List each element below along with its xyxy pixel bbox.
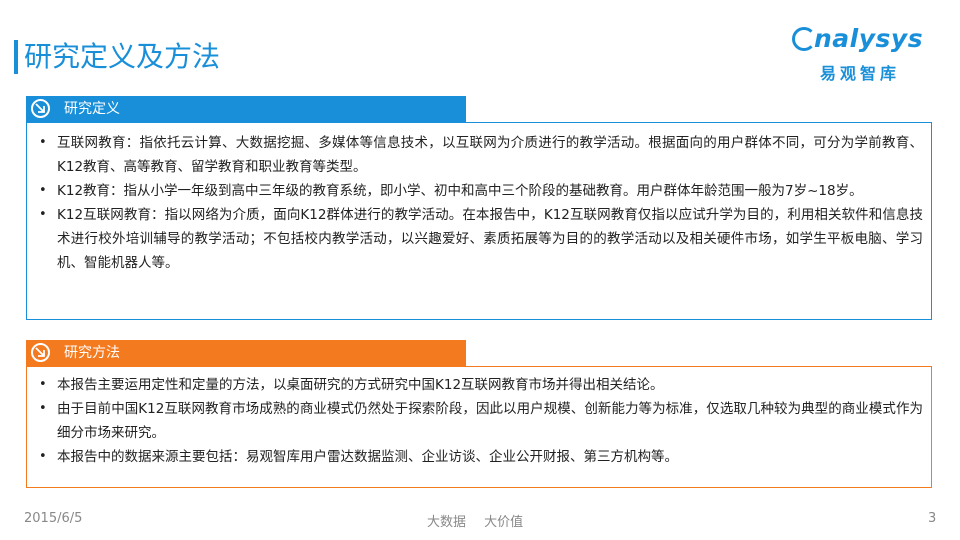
list-item: • 本报告主要运用定性和定量的方法，以桌面研究的方式研究中国K12互联网教育市场并… bbox=[39, 373, 923, 397]
list-item: • 本报告中的数据来源主要包括：易观智库用户雷达数据监测、企业访谈、企业公开财报、… bbox=[39, 445, 923, 469]
list-item: • K12教育：指从小学一年级到高中三年级的教育系统，即小学、初中和高中三个阶段的… bbox=[39, 179, 923, 203]
method-box: • 本报告主要运用定性和定量的方法，以桌面研究的方式研究中国K12互联网教育市场并… bbox=[26, 366, 932, 488]
analysys-logo: nalysys 易观智库 bbox=[792, 24, 934, 86]
page-number: 3 bbox=[928, 511, 937, 526]
footer-date: 2015/6/5 bbox=[24, 511, 83, 526]
list-item: • 互联网教育：指依托云计算、大数据挖掘、多媒体等信息技术，以互联网为介质进行的教… bbox=[39, 131, 923, 179]
list-item: • K12互联网教育：指以网络为介质，面向K12群体进行的教学活动。在本报告中，K… bbox=[39, 203, 923, 275]
page-title: 研究定义及方法 bbox=[24, 40, 221, 73]
bullet-icon: • bbox=[39, 183, 47, 198]
logo-chinese-name: 易观智库 bbox=[820, 64, 901, 83]
bullet-icon: • bbox=[39, 207, 47, 222]
bullet-icon: • bbox=[39, 401, 47, 416]
bullet-icon: • bbox=[39, 377, 47, 392]
arrow-circle-icon bbox=[31, 343, 50, 362]
title-accent-bar bbox=[14, 40, 18, 74]
footer-slogan: 大数据 大价值 bbox=[427, 515, 524, 530]
section-label: 研究方法 bbox=[64, 345, 120, 361]
logo-wordmark: nalysys bbox=[814, 24, 924, 53]
bullet-icon: • bbox=[39, 449, 47, 464]
list-item: • 由于目前中国K12互联网教育市场成熟的商业模式仍然处于探索阶段，因此以用户规模… bbox=[39, 397, 923, 445]
section-label: 研究定义 bbox=[64, 101, 120, 117]
section-header-definition: 研究定义 bbox=[26, 96, 466, 122]
section-header-method: 研究方法 bbox=[26, 340, 466, 366]
arrow-circle-icon bbox=[31, 99, 50, 118]
definition-box: • 互联网教育：指依托云计算、大数据挖掘、多媒体等信息技术，以互联网为介质进行的教… bbox=[26, 122, 932, 320]
bullet-icon: • bbox=[39, 135, 47, 150]
